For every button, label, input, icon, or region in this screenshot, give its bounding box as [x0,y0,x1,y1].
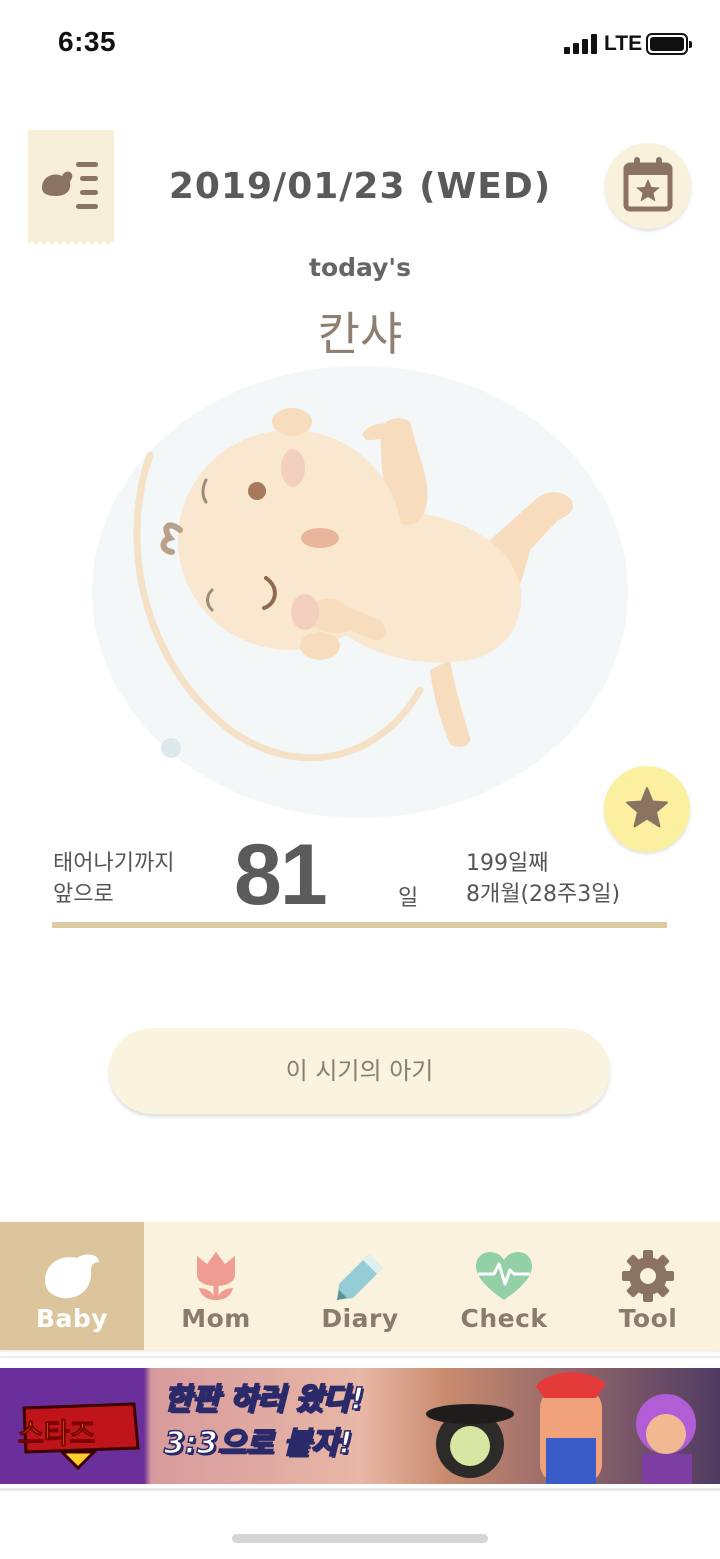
pregnancy-progress-info: 199일째 8개월(28주3일) [466,848,620,910]
tab-tool-label: Tool [618,1304,678,1333]
star-icon [626,787,668,828]
list-menu-icon [42,162,98,209]
day-count: 199일째 [466,851,549,876]
tab-diary[interactable]: Diary [288,1222,432,1350]
network-type: LTE [604,32,643,55]
baby-size-name: 칸샤 [317,307,403,361]
calendar-star-icon [623,157,673,212]
ad-headline: 한판 하러 왔다! 3:3으로 붙자! [163,1378,365,1466]
tab-baby[interactable]: Baby [0,1222,144,1350]
status-bar: 6:35 LTE [0,0,720,90]
ad-banner[interactable]: 스타즈 한판 하러 왔다! 3:3으로 붙자! [0,1368,720,1484]
ad-headline-line2: 3:3으로 붙자! [163,1425,353,1462]
tab-tool[interactable]: Tool [576,1222,720,1350]
ad-divider-bottom [0,1488,720,1491]
header-date: 2019/01/23 (WED) [168,166,552,207]
favorite-button[interactable] [604,766,690,852]
baby-this-period-button[interactable]: 이 시기의 아기 [109,1028,610,1114]
bottom-tab-bar: Baby Mom Diary Check Tool [0,1222,720,1350]
countdown-label-line1: 태어나기까지 [53,851,175,876]
tab-check-label: Check [460,1304,548,1333]
divider-line [52,922,667,928]
ad-headline-line1: 한판 하러 왔다! [163,1381,365,1418]
gear-icon [622,1250,674,1302]
home-indicator[interactable] [232,1534,488,1543]
status-time: 6:35 [58,26,117,57]
month-week-count: 8개월(28주3일) [466,882,621,907]
tab-mom-label: Mom [181,1304,251,1333]
menu-button[interactable] [28,130,114,246]
days-left-number: 81 [234,827,328,923]
fetus-illustration [92,366,628,818]
bird-icon [45,1254,99,1299]
tab-diary-label: Diary [321,1304,399,1333]
countdown-label-line2: 앞으로 [53,882,114,907]
ad-logo-text: 스타즈 [17,1417,96,1451]
countdown-label: 태어나기까지 앞으로 [53,848,174,910]
battery-icon [646,33,692,55]
tulip-icon [197,1252,235,1300]
tab-mom[interactable]: Mom [144,1222,288,1350]
days-unit: 일 [398,886,419,911]
today-label: today's [309,253,411,282]
tab-baby-label: Baby [35,1304,109,1333]
pencil-icon [337,1254,383,1300]
calendar-button[interactable] [605,143,691,229]
signal-icon [564,34,600,54]
ad-characters-image [426,1372,696,1484]
ad-divider-top [0,1356,720,1358]
tab-check[interactable]: Check [432,1222,576,1350]
heartbeat-icon [476,1252,532,1300]
